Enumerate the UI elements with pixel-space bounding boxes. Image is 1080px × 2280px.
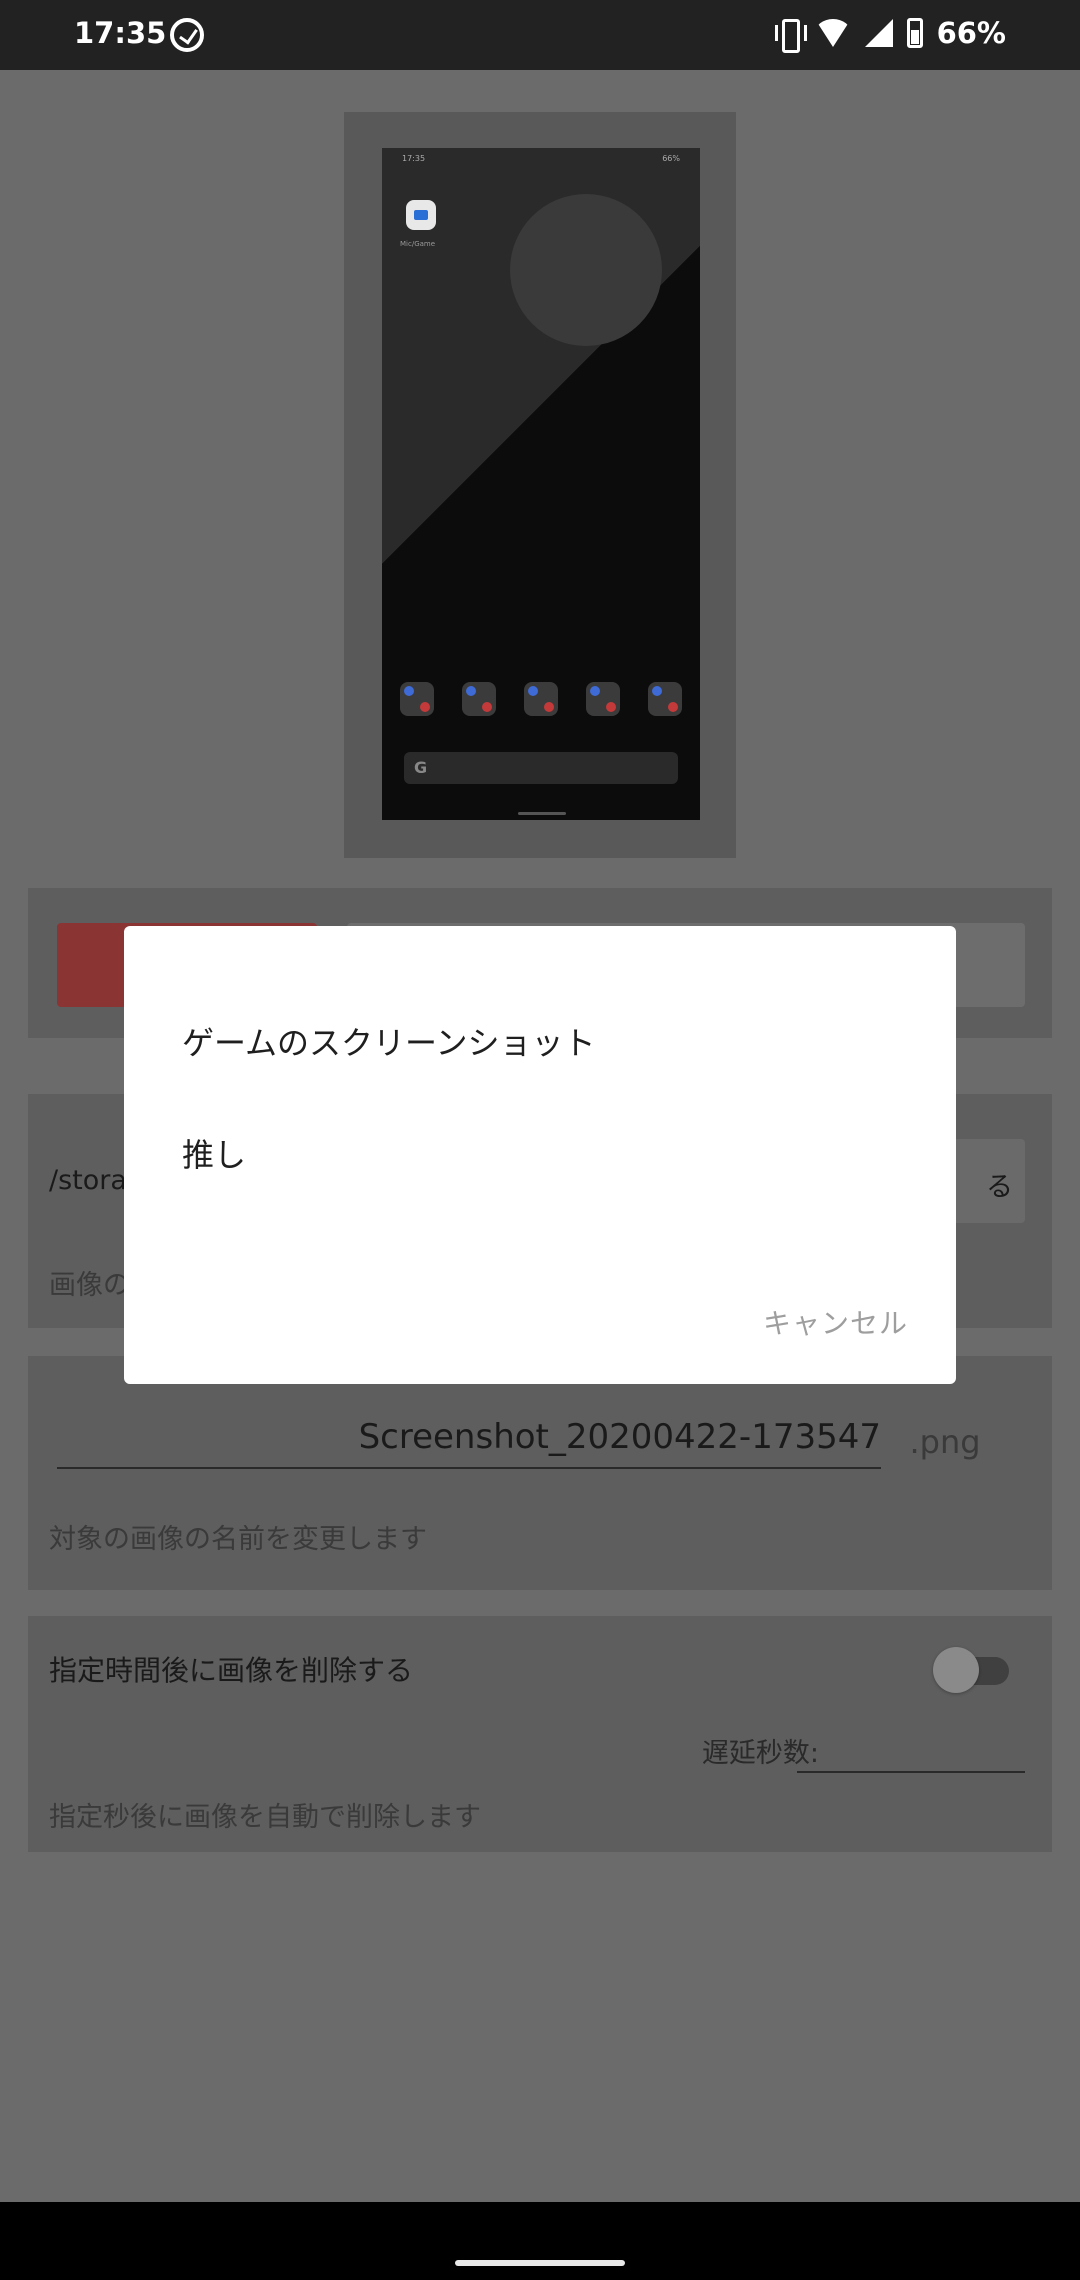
wifi-icon [814,19,851,47]
preview-dock [400,682,682,722]
app-notification-icon [170,18,204,52]
preview-folder-icon [462,682,496,716]
signal-icon [864,19,893,47]
preview-folder-icon [648,682,682,716]
preview-folder-icon [524,682,558,716]
auto-delete-card: 指定時間後に画像を削除する 遅延秒数: 指定秒後に画像を自動で削除します [28,1616,1052,1852]
status-time: 17:35 [74,16,167,50]
vibrate-icon [774,17,807,53]
preview-folder-icon [400,682,434,716]
screen: 17:35 66% 17:35 66% Mic/Game G /storag る… [0,0,1080,2280]
filename-input-underline [57,1467,881,1469]
battery-icon [906,18,923,48]
filename-extension: .png [909,1423,981,1461]
delay-seconds-input[interactable] [797,1771,1025,1773]
status-bar: 17:35 66% [0,0,1080,70]
home-gesture-handle[interactable] [455,2260,625,2266]
screenshot-preview[interactable]: 17:35 66% Mic/Game G [344,112,736,858]
delay-seconds-label: 遅延秒数: [701,1738,819,1769]
status-icons: 66% [774,16,1006,53]
preview-nav-handle [518,812,566,815]
google-logo-icon: G [414,758,428,777]
preview-search-bar: G [404,752,678,784]
filename-card: Screenshot_20200422-173547 .png 対象の画像の名前… [28,1356,1052,1590]
preview-folder-icon [586,682,620,716]
auto-delete-description: 指定秒後に画像を自動で削除します [49,1802,481,1833]
preview-clock-widget [510,194,662,346]
navigation-bar [0,2202,1080,2280]
storage-path-description: 画像の [49,1270,130,1301]
preview-image: 17:35 66% Mic/Game G [382,148,700,820]
folder-select-dialog: ゲームのスクリーンショット 推し キャンセル [124,926,956,1384]
preview-status-time: 17:35 [402,154,426,163]
battery-percent: 66% [936,16,1006,50]
preview-status-battery: 66% [662,154,680,163]
preview-app-icon [406,200,436,230]
cancel-button[interactable]: キャンセル [763,1302,908,1342]
dialog-option-oshi[interactable]: 推し [182,1130,246,1176]
preview-app-label: Mic/Game [400,240,436,248]
auto-delete-title: 指定時間後に画像を削除する [49,1654,414,1687]
filename-input[interactable]: Screenshot_20200422-173547 [57,1417,881,1457]
filename-description: 対象の画像の名前を変更します [49,1524,427,1555]
move-button-label: る [986,1172,1013,1203]
dialog-option-game-screenshots[interactable]: ゲームのスクリーンショット [182,1018,595,1064]
auto-delete-toggle-thumb[interactable] [933,1647,979,1693]
